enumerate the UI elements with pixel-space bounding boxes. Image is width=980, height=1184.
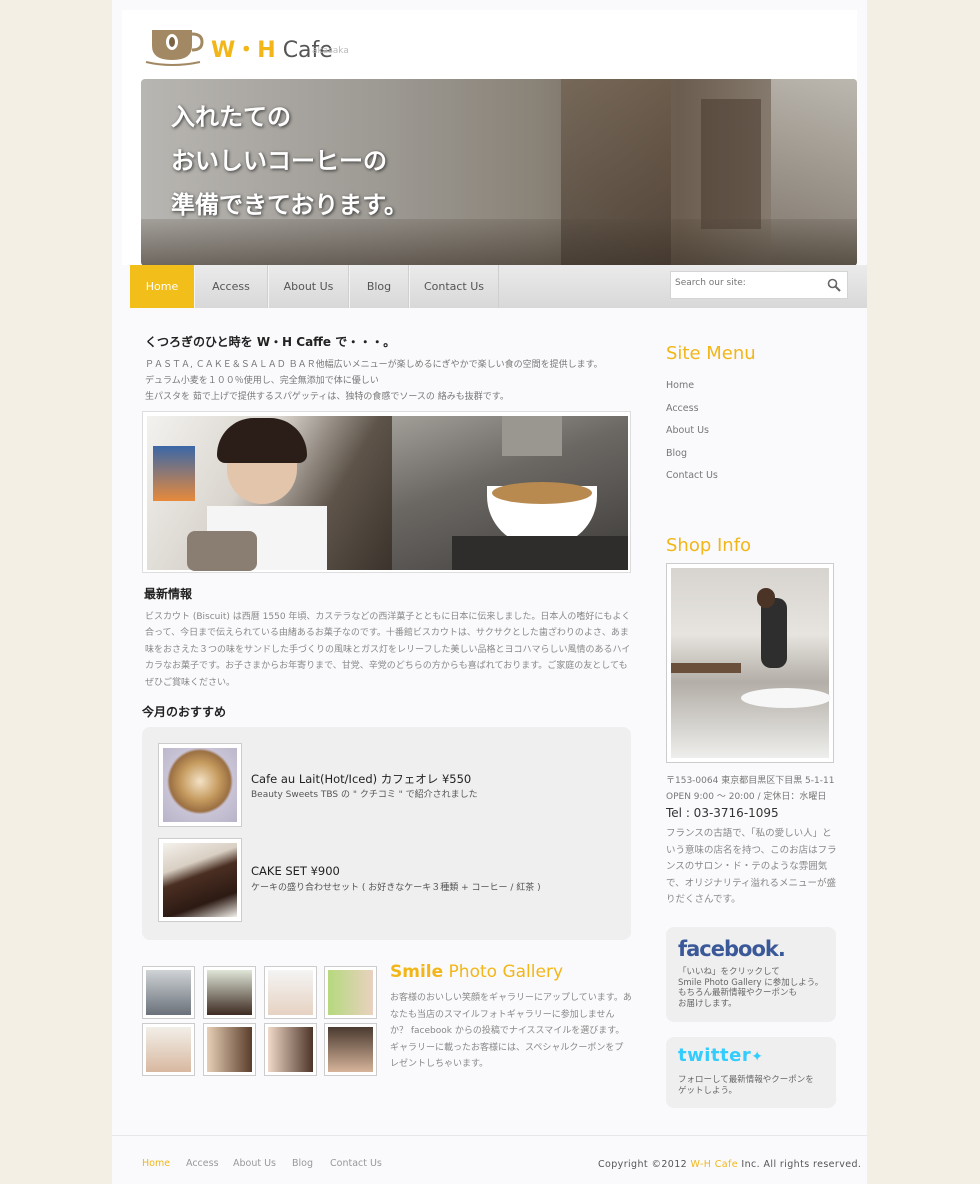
hero-line-1: 入れたての	[171, 103, 291, 131]
site-menu-contact-us[interactable]: Contact Us	[666, 470, 718, 493]
nav-blog[interactable]: Blog	[349, 265, 409, 308]
site-menu-blog[interactable]: Blog	[666, 448, 718, 471]
gallery-title-rest: Photo Gallery	[443, 962, 564, 982]
twitter-text: フォローして最新情報やクーポンを ゲットしよう。	[678, 1075, 814, 1096]
hero-line-2: おいしいコーヒーの	[171, 147, 387, 175]
facebook-text-line: もちろん最新情報やクーポンも	[678, 988, 798, 998]
facebook-logo-icon: facebook.	[678, 937, 786, 961]
gallery-thumb[interactable]	[324, 966, 377, 1019]
shop-address: 〒153-0064 東京都目黒区下目黒 5-1-11	[666, 776, 835, 786]
logo-subtitle: akasaka	[312, 46, 349, 56]
rec-item-desc: ケーキの盛り合わせセット ( お好きなケーキ３種類 + コーヒー / 紅茶 )	[251, 883, 541, 893]
news-text: ビスカウト (Biscuit) は西暦 1550 年頃、カステラなどの西洋菓子と…	[145, 612, 631, 688]
barista-photo	[147, 416, 392, 571]
gallery-thumb[interactable]	[142, 1023, 195, 1076]
search-box	[670, 271, 848, 299]
gallery-thumb[interactable]	[203, 966, 256, 1019]
shop-description: フランスの古語で、「私の愛しい人」という意味の店名を持つ、このお店はフランスのサ…	[666, 828, 837, 905]
gallery-text: お客様のおいしい笑顔をギャラリーにアップしています。あなたも当店のスマイルフォト…	[390, 993, 632, 1069]
shop-photo-image	[671, 568, 831, 758]
nav-access[interactable]: Access	[194, 265, 268, 308]
gallery-thumb[interactable]	[203, 1023, 256, 1076]
intro-text: ＰＡＳＴＡ, ＣＡＫＥ＆ＳＡＬＡＤ ＢＡＲ他幅広いメニューが楽しめるにぎやかで楽…	[145, 357, 603, 405]
copyright: Copyright ©2012 W-H Cafe Inc. All rights…	[598, 1159, 861, 1170]
shop-hours: OPEN 9:00 〜 20:00 / 定休日：水曜日	[666, 792, 827, 802]
nav-about-us[interactable]: About Us	[268, 265, 349, 308]
shop-info-heading: Shop Info	[666, 535, 752, 556]
nav-contact-us[interactable]: Contact Us	[409, 265, 499, 308]
twitter-logo-text: twitter	[678, 1045, 752, 1066]
main-nav: Home Access About Us Blog Contact Us	[130, 265, 867, 308]
twitter-text-line: ゲットしよう。	[678, 1085, 737, 1096]
gallery-title-smile: Smile	[390, 962, 444, 982]
hero-banner: 入れたての おいしいコーヒーの 準備できております。	[141, 79, 857, 266]
nav-home[interactable]: Home	[130, 265, 194, 308]
site-menu: Home Access About Us Blog Contact Us	[666, 380, 718, 493]
site-menu-about-us[interactable]: About Us	[666, 425, 718, 448]
logo-wh: W・H	[211, 38, 276, 63]
search-icon[interactable]	[827, 278, 841, 292]
intro-line-3: 生パスタを 茹で上げで提供するスパゲッティは、独特の食感でソースの 絡みも抜群で…	[145, 392, 509, 402]
facebook-box[interactable]: facebook. 「いいね」をクリックして Smile Photo Galle…	[666, 927, 836, 1022]
shop-interior-photo[interactable]	[666, 563, 834, 763]
search-input[interactable]	[675, 278, 815, 288]
intro-line-2: デュラム小麦を１００％使用し、完全無添加で体に優しい	[145, 376, 379, 386]
twitter-box[interactable]: twitter✦ フォローして最新情報やクーポンを ゲットしよう。	[666, 1037, 836, 1108]
footer-nav-blog[interactable]: Blog	[292, 1158, 313, 1169]
copyright-suffix: Inc. All rights reserved.	[738, 1159, 862, 1170]
gallery-thumb[interactable]	[142, 966, 195, 1019]
facebook-text-line: お届けします。	[678, 998, 737, 1009]
site-menu-home[interactable]: Home	[666, 380, 718, 403]
footer-nav-about-us[interactable]: About Us	[233, 1158, 276, 1169]
recommend-heading: 今月のおすすめ	[142, 705, 227, 719]
copyright-brand: W-H Cafe	[690, 1159, 738, 1170]
facebook-text-line: 「いいね」をクリックして	[678, 967, 780, 977]
footer-nav-access[interactable]: Access	[186, 1158, 219, 1169]
facebook-text-line: Smile Photo Gallery に参加しよう。	[678, 977, 824, 988]
rec-item-title[interactable]: CAKE SET ¥900	[251, 864, 340, 878]
site-menu-heading: Site Menu	[666, 343, 756, 364]
footer-nav-home[interactable]: Home	[142, 1158, 170, 1169]
twitter-text-line: フォローして最新情報やクーポンを	[678, 1075, 814, 1085]
gallery-thumb[interactable]	[324, 1023, 377, 1076]
facebook-text: 「いいね」をクリックして Smile Photo Gallery に参加しよう。…	[678, 967, 823, 1009]
cafe-au-lait-image[interactable]	[158, 743, 242, 827]
coffee-cup-logo-icon[interactable]	[144, 26, 204, 66]
gallery-thumb[interactable]	[264, 966, 317, 1019]
footer: Home Access About Us Blog Contact Us Cop…	[112, 1135, 867, 1184]
twitter-logo-icon: twitter✦	[678, 1045, 763, 1066]
twitter-bird-icon: ✦	[751, 1049, 764, 1065]
rec-item-title[interactable]: Cafe au Lait(Hot/Iced) カフェオレ ¥550	[251, 771, 471, 787]
rec-item-desc: Beauty Sweets TBS の " クチコミ " で紹介されました	[251, 790, 478, 800]
featured-photo	[142, 411, 631, 573]
news-heading: 最新情報	[144, 587, 193, 601]
page: W・H Cafe akasaka 入れたての おいしいコーヒーの 準備できており…	[112, 0, 867, 1184]
cake-set-image[interactable]	[158, 838, 242, 922]
hero-line-3: 準備できております。	[171, 191, 408, 219]
shop-address-hours: 〒153-0064 東京都目黒区下目黒 5-1-11 OPEN 9:00 〜 2…	[666, 773, 834, 805]
gallery-thumb[interactable]	[264, 1023, 317, 1076]
main-title: くつろぎのひと時を W・H Caffe で・・・。	[145, 335, 396, 349]
gallery-title: Smile Photo Gallery	[390, 962, 563, 982]
recommend-box: Cafe au Lait(Hot/Iced) カフェオレ ¥550 Beauty…	[142, 727, 631, 940]
espresso-photo	[392, 416, 628, 570]
intro-line-1: ＰＡＳＴＡ, ＣＡＫＥ＆ＳＡＬＡＤ ＢＡＲ他幅広いメニューが楽しめるにぎやかで楽…	[145, 360, 603, 370]
copyright-prefix: Copyright ©2012	[598, 1159, 691, 1170]
header: W・H Cafe akasaka 入れたての おいしいコーヒーの 準備できており…	[122, 10, 857, 266]
footer-nav-contact-us[interactable]: Contact Us	[330, 1158, 382, 1169]
shop-tel[interactable]: Tel : 03-3716-1095	[666, 806, 779, 820]
site-menu-access[interactable]: Access	[666, 403, 718, 426]
